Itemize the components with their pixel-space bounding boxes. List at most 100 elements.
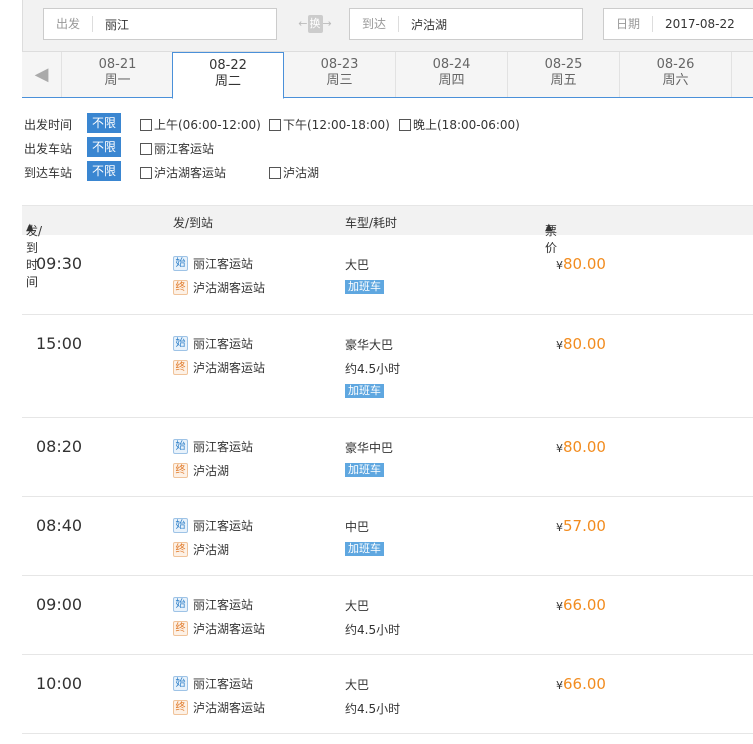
end-icon: 终: [173, 280, 188, 295]
depart-time: 09:30: [36, 254, 83, 273]
to-label: 到达: [350, 16, 400, 32]
filter-option[interactable]: 晚上(18:00-06:00): [399, 116, 520, 133]
to-value: 泸沽湖: [411, 17, 448, 32]
end-icon: 终: [173, 360, 188, 375]
tab-date: 08-24: [432, 57, 471, 72]
tab-weekday: 周一: [104, 73, 131, 88]
checkbox[interactable]: [399, 118, 411, 131]
filter-option[interactable]: 丽江客运站: [140, 140, 214, 157]
start-icon: 始: [173, 597, 188, 612]
duration: 约4.5小时: [345, 702, 401, 716]
extra-bus-tag: 加班车: [345, 542, 384, 556]
prev-week-button[interactable]: ◀: [22, 52, 62, 97]
swap-icon: 换: [307, 15, 323, 33]
from-value: 丽江: [105, 17, 130, 32]
start-icon: 始: [173, 676, 188, 691]
tab-date: 08-23: [320, 57, 359, 72]
extra-bus-tag: 加班车: [345, 463, 384, 477]
tab-date: 08-22: [209, 58, 247, 73]
checkbox[interactable]: [140, 166, 152, 179]
sort-up-icon: ▲: [545, 222, 553, 233]
to-station: 终泸沽湖客运站: [173, 359, 265, 376]
depart-time: 09:00: [36, 595, 83, 614]
from-station: 始丽江客运站: [173, 335, 253, 352]
start-icon: 始: [173, 256, 188, 271]
date-tab[interactable]: 08-23 周三: [284, 52, 396, 97]
from-station: 始丽江客运站: [173, 255, 253, 272]
tab-weekday: 周五: [550, 73, 577, 88]
to-field[interactable]: 到达 泸沽湖: [349, 8, 583, 40]
price: ¥80.00: [556, 255, 606, 273]
to-station: 终泸沽湖客运站: [173, 620, 265, 637]
depart-time: 08:40: [36, 516, 83, 535]
start-icon: 始: [173, 336, 188, 351]
tab-weekday: 周六: [662, 73, 689, 88]
date-value: 2017-08-22: [665, 17, 735, 31]
table-row[interactable]: 10:00 始丽江客运站 终泸沽湖客运站 大巴 约4.5小时 ¥66.00: [22, 655, 753, 734]
date-tab[interactable]: 08-26 周六: [620, 52, 732, 97]
filter-label: 出发时间: [24, 118, 73, 132]
date-tab[interactable]: 08-21 周一: [62, 52, 174, 97]
header-station: 发/到站: [173, 216, 214, 230]
checkbox[interactable]: [140, 118, 152, 131]
filter-arrive-station: 到达车站 不限 泸沽湖客运站 泸沽湖: [24, 161, 744, 185]
header-bus: 车型/耗时: [345, 216, 398, 230]
depart-time: 10:00: [36, 674, 83, 693]
filter-any-button[interactable]: 不限: [87, 137, 121, 157]
filter-label: 到达车站: [24, 166, 73, 180]
result-list: 09:30 始丽江客运站 终泸沽湖客运站 大巴 加班车 ¥80.00 15:00…: [22, 235, 753, 734]
date-tabs: ◀ 08-21 周一 08-22 周二 08-23 周三 08-24 周四 08…: [22, 52, 753, 99]
checkbox[interactable]: [269, 166, 281, 179]
price: ¥80.00: [556, 438, 606, 456]
filter-any-button[interactable]: 不限: [87, 161, 121, 181]
tab-weekday: 周四: [438, 73, 465, 88]
price: ¥57.00: [556, 517, 606, 535]
end-icon: 终: [173, 621, 188, 636]
price: ¥66.00: [556, 596, 606, 614]
tab-date: 08-21: [98, 57, 137, 72]
tab-weekday: 周二: [214, 74, 241, 89]
start-icon: 始: [173, 439, 188, 454]
duration: 约4.5小时: [345, 362, 401, 376]
table-row[interactable]: 08:20 始丽江客运站 终泸沽湖 豪华中巴 加班车 ¥80.00: [22, 418, 753, 497]
date-label: 日期: [604, 16, 654, 32]
end-icon: 终: [173, 542, 188, 557]
table-row[interactable]: 09:30 始丽江客运站 终泸沽湖客运站 大巴 加班车 ¥80.00: [22, 235, 753, 315]
price: ¥80.00: [556, 335, 606, 353]
extra-bus-tag: 加班车: [345, 280, 384, 294]
date-tab-active[interactable]: 08-22 周二: [172, 52, 284, 99]
filter-option[interactable]: 上午(06:00-12:00): [140, 116, 261, 133]
table-row[interactable]: 09:00 始丽江客运站 终泸沽湖客运站 大巴 约4.5小时 ¥66.00: [22, 576, 753, 655]
filter-depart-station: 出发车站 不限 丽江客运站: [24, 137, 744, 161]
checkbox[interactable]: [269, 118, 281, 131]
depart-time: 08:20: [36, 437, 83, 456]
table-row[interactable]: 08:40 始丽江客运站 终泸沽湖 中巴 加班车 ¥57.00: [22, 497, 753, 576]
tab-date: 08-26: [656, 57, 695, 72]
filter-label: 出发车站: [24, 142, 73, 156]
date-tab[interactable]: 08-24 周四: [396, 52, 508, 97]
filter-option[interactable]: 泸沽湖客运站: [140, 164, 226, 181]
date-field[interactable]: 日期 2017-08-22: [603, 8, 753, 40]
filter-depart-time: 出发时间 不限 上午(06:00-12:00) 下午(12:00-18:00) …: [24, 113, 744, 137]
tab-weekday: 周三: [326, 73, 353, 88]
date-tab[interactable]: 08-25 周五: [508, 52, 620, 97]
to-station: 终泸沽湖客运站: [173, 699, 265, 716]
extra-bus-tag: 加班车: [345, 384, 384, 398]
bus-type: 中巴: [345, 520, 370, 534]
filter-option[interactable]: 下午(12:00-18:00): [269, 116, 390, 133]
filter-option[interactable]: 泸沽湖: [269, 164, 319, 181]
start-icon: 始: [173, 518, 188, 533]
to-station: 终泸沽湖: [173, 462, 229, 479]
checkbox[interactable]: [140, 142, 152, 155]
from-station: 始丽江客运站: [173, 438, 253, 455]
search-bar: 出发 丽江 ← 换 → 到达 泸沽湖 日期 2017-08-22: [22, 0, 753, 52]
from-field[interactable]: 出发 丽江: [43, 8, 277, 40]
price: ¥66.00: [556, 675, 606, 693]
filter-any-button[interactable]: 不限: [87, 113, 121, 133]
swap-button[interactable]: ← 换 →: [298, 15, 332, 33]
chevron-left-icon: ◀: [34, 64, 49, 85]
bus-type: 大巴: [345, 599, 370, 613]
table-row[interactable]: 15:00 始丽江客运站 终泸沽湖客运站 豪华大巴 约4.5小时 加班车 ¥80…: [22, 315, 753, 418]
end-icon: 终: [173, 463, 188, 478]
from-station: 始丽江客运站: [173, 517, 253, 534]
